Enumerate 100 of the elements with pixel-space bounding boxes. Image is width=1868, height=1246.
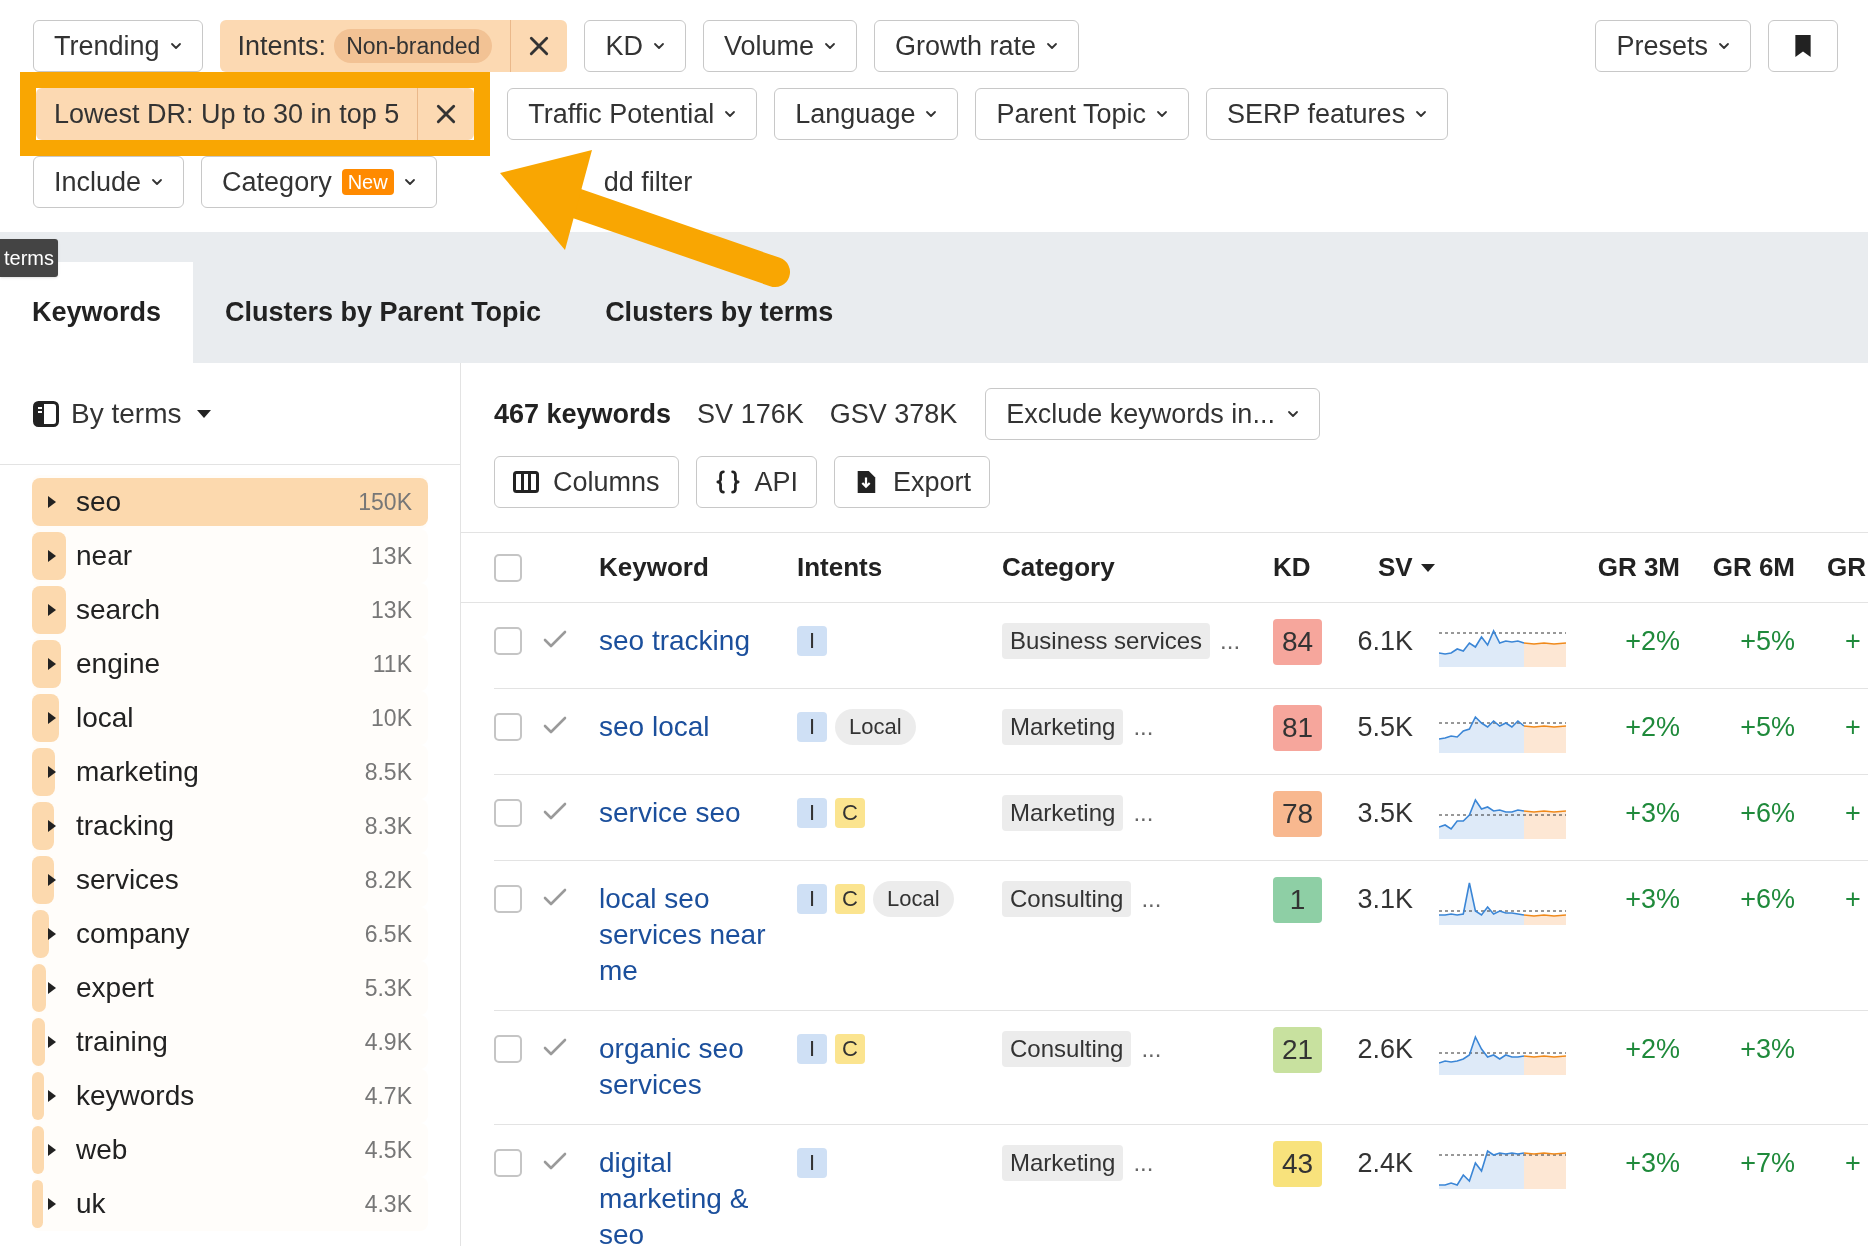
caret-right-icon[interactable] bbox=[48, 604, 56, 616]
tooltip: terms bbox=[0, 239, 58, 277]
caret-right-icon[interactable] bbox=[48, 1144, 56, 1156]
checkbox[interactable] bbox=[494, 885, 522, 913]
term-label[interactable]: engine bbox=[76, 643, 161, 685]
intent-tag: I bbox=[797, 1148, 827, 1178]
filter-label[interactable]: Intents: bbox=[237, 25, 327, 67]
filter-dropdown[interactable]: Traffic Potential bbox=[507, 88, 758, 140]
category-tag: Marketing bbox=[1002, 709, 1124, 745]
term-label[interactable]: uk bbox=[76, 1183, 106, 1225]
chevron-down-icon bbox=[1156, 110, 1169, 118]
more-categories[interactable]: ... bbox=[1133, 1145, 1154, 1181]
caret-right-icon[interactable] bbox=[48, 820, 56, 832]
column-header[interactable]: Category bbox=[1002, 548, 1273, 587]
column-header[interactable]: GR 3M bbox=[1597, 548, 1680, 587]
growth-value: + bbox=[1845, 798, 1861, 828]
keyword-link[interactable]: seo local bbox=[599, 709, 769, 745]
filter-dropdown[interactable]: Language bbox=[774, 88, 959, 140]
caret-right-icon[interactable] bbox=[48, 1090, 56, 1102]
caret-right-icon[interactable] bbox=[48, 1036, 56, 1048]
caret-right-icon[interactable] bbox=[48, 982, 56, 994]
filter-dropdown[interactable]: Category New bbox=[201, 156, 437, 208]
more-categories[interactable]: ... bbox=[1141, 881, 1162, 917]
keyword-link[interactable]: local seo services near me bbox=[599, 881, 769, 989]
term-label[interactable]: keywords bbox=[76, 1075, 195, 1117]
caret-right-icon[interactable] bbox=[48, 766, 56, 778]
close-icon bbox=[528, 35, 551, 57]
checkbox[interactable] bbox=[494, 713, 522, 741]
growth-value: +5% bbox=[1740, 625, 1795, 658]
checkbox[interactable] bbox=[494, 799, 522, 827]
keyword-link[interactable]: seo tracking bbox=[599, 623, 769, 659]
term-count: 10K bbox=[371, 703, 412, 733]
more-categories[interactable]: ... bbox=[1133, 795, 1154, 831]
caret-right-icon[interactable] bbox=[48, 874, 56, 886]
growth-value: + bbox=[1845, 712, 1861, 742]
filter-dropdown[interactable]: Volume bbox=[702, 20, 857, 72]
chevron-down-icon bbox=[1415, 110, 1428, 118]
export-button[interactable]: Export bbox=[834, 456, 991, 508]
chevron-down-icon bbox=[151, 178, 164, 186]
term-label[interactable]: company bbox=[76, 913, 190, 955]
term-label[interactable]: training bbox=[76, 1021, 168, 1063]
checkbox[interactable] bbox=[494, 1149, 522, 1177]
bookmark-button[interactable] bbox=[1768, 20, 1838, 72]
term-label[interactable]: seo bbox=[76, 481, 122, 523]
term-label[interactable]: near bbox=[76, 535, 133, 577]
term-label[interactable]: local bbox=[76, 697, 134, 739]
column-header[interactable]: GR bbox=[1827, 548, 1866, 587]
checkbox[interactable] bbox=[494, 627, 522, 655]
filter-dropdown[interactable]: Parent Topic bbox=[975, 88, 1190, 140]
caret-right-icon[interactable] bbox=[48, 1198, 56, 1210]
check-icon bbox=[543, 1037, 567, 1057]
new-badge: New bbox=[341, 169, 394, 195]
api-button[interactable]: API bbox=[695, 456, 818, 508]
term-label[interactable]: tracking bbox=[76, 805, 175, 847]
caret-right-icon[interactable] bbox=[48, 496, 56, 508]
column-header[interactable]: SV bbox=[1378, 548, 1435, 587]
view-mode-dropdown[interactable]: By terms bbox=[33, 392, 212, 435]
filter-dropdown[interactable]: Growth rate bbox=[873, 20, 1080, 72]
keyword-link[interactable]: digital marketing & seo bbox=[599, 1145, 769, 1246]
more-categories[interactable]: ... bbox=[1141, 1031, 1162, 1067]
caret-right-icon[interactable] bbox=[48, 712, 56, 724]
filter-dropdown[interactable]: Include bbox=[33, 156, 185, 208]
difficulty-badge: 84 bbox=[1273, 619, 1322, 665]
column-header[interactable]: Intents bbox=[797, 548, 1002, 587]
growth-value: + bbox=[1845, 884, 1861, 914]
checkbox[interactable] bbox=[494, 553, 522, 582]
term-label[interactable]: search bbox=[76, 589, 161, 631]
tab[interactable]: Clusters by terms bbox=[573, 262, 866, 363]
column-header[interactable]: GR 6M bbox=[1712, 548, 1795, 587]
check-icon bbox=[543, 887, 567, 907]
keyword-link[interactable]: organic seo services bbox=[599, 1031, 769, 1103]
presets-button[interactable]: Presets bbox=[1595, 20, 1751, 72]
term-label[interactable]: services bbox=[76, 859, 179, 901]
columns-button[interactable]: Columns bbox=[494, 456, 679, 508]
search-volume-total: SV 176K bbox=[697, 397, 804, 431]
filter-dropdown[interactable]: SERP features bbox=[1206, 88, 1449, 140]
term-count: 11K bbox=[372, 649, 412, 679]
growth-value: + bbox=[1845, 1148, 1861, 1178]
more-categories[interactable]: ... bbox=[1220, 623, 1241, 659]
checkbox[interactable] bbox=[494, 1035, 522, 1063]
filter-dropdown[interactable]: KD bbox=[584, 20, 686, 72]
filter-label[interactable]: Lowest DR: Up to 30 in top 5 bbox=[54, 93, 400, 135]
keyword-link[interactable]: service seo bbox=[599, 795, 769, 831]
caret-right-icon[interactable] bbox=[48, 550, 56, 562]
difficulty-badge: 43 bbox=[1273, 1141, 1322, 1187]
exclude-dropdown[interactable]: Exclude keywords in... bbox=[985, 388, 1320, 440]
add-filter-link[interactable]: dd filter bbox=[603, 166, 693, 198]
term-label[interactable]: expert bbox=[76, 967, 154, 1009]
tab[interactable]: Clusters by Parent Topic bbox=[193, 262, 574, 363]
term-label[interactable]: web bbox=[76, 1129, 128, 1171]
caret-right-icon[interactable] bbox=[48, 658, 56, 670]
filter-dropdown[interactable]: Trending bbox=[33, 20, 203, 72]
search-volume: 2.6K bbox=[1357, 1033, 1413, 1066]
column-header[interactable]: KD bbox=[1273, 548, 1330, 587]
chevron-down-icon bbox=[823, 42, 836, 50]
term-label[interactable]: marketing bbox=[76, 751, 199, 793]
column-header[interactable]: Keyword bbox=[599, 548, 797, 587]
more-categories[interactable]: ... bbox=[1133, 709, 1154, 745]
term-count: 150K bbox=[358, 487, 412, 517]
term-count: 4.9K bbox=[364, 1027, 412, 1057]
